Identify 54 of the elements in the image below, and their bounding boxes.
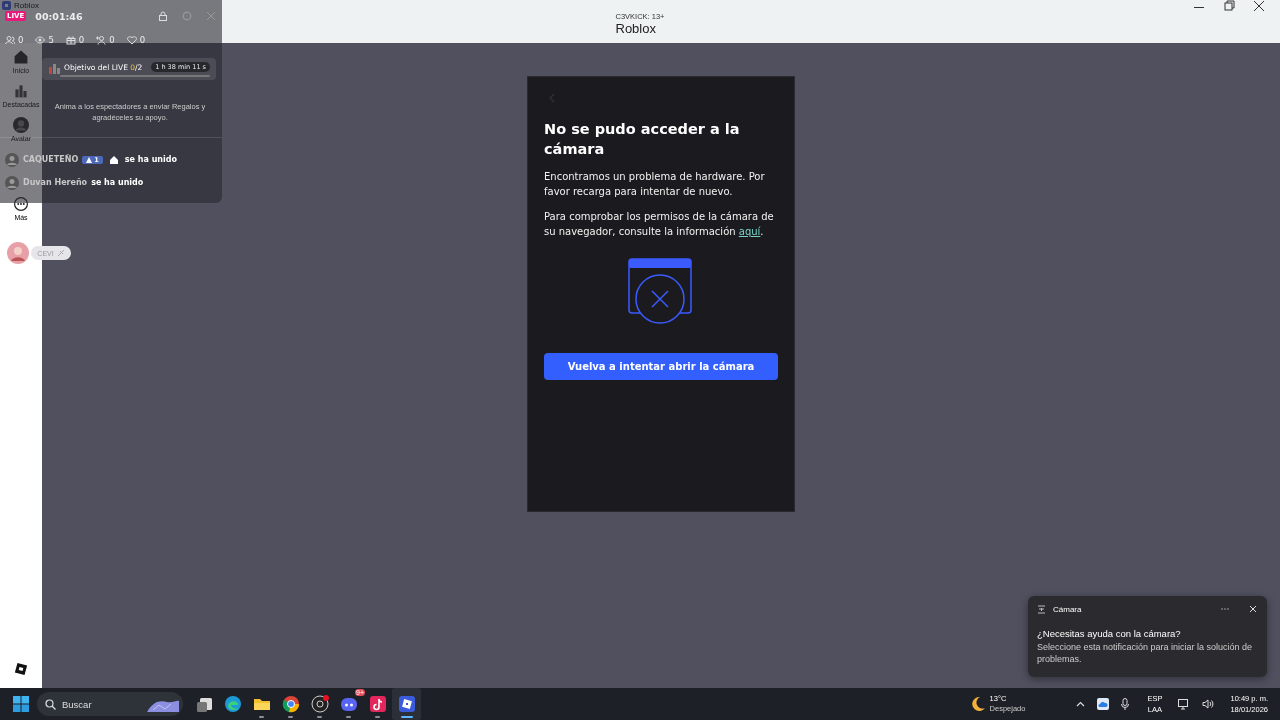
notification-body[interactable]: Seleccione esta notificación para iniciar la solución de problemas.	[1037, 641, 1257, 665]
stream-timer: 00:01:46	[35, 10, 84, 22]
gift-icon	[65, 35, 76, 45]
bar-chart-icon	[13, 83, 29, 99]
app-title: Roblox	[14, 1, 39, 10]
more-icon	[13, 196, 29, 212]
house-icon	[109, 155, 118, 164]
heart-icon	[126, 35, 137, 45]
start-icon[interactable]	[12, 695, 30, 713]
user-avatar	[5, 152, 19, 167]
search-field[interactable]: Buscar	[37, 692, 183, 716]
window-title: Roblox	[615, 20, 656, 36]
stat-count: 5	[48, 35, 54, 45]
username: CAQUETEÑO	[23, 155, 79, 164]
volume-icon[interactable]	[1202, 698, 1215, 710]
user-avatar	[7, 242, 30, 264]
retry-camera-button[interactable]: Vuelva a intentar abrir la cámara	[544, 353, 778, 380]
trophy-icon	[48, 62, 60, 74]
network-icon[interactable]	[1178, 698, 1191, 710]
landscape-drawing	[147, 698, 179, 712]
join-status: se ha unido	[91, 178, 144, 187]
people-icon	[5, 35, 15, 45]
app-icon	[2, 1, 11, 10]
notification-app-name: Cámara	[1053, 604, 1083, 614]
home-icon	[13, 49, 29, 65]
stat-count: 0	[109, 35, 115, 45]
notification-title: ¿Necesitas ayuda con la cámara?	[1037, 628, 1182, 639]
chevron-up-icon[interactable]	[1076, 701, 1086, 707]
permissions-text: Para comprobar los permisos de la cámara de su navegador, consulte la información aquí.	[544, 210, 775, 239]
error-message: Encontramos un problema de hardware. Por favor recarga para intentar de nuevo.	[544, 170, 766, 199]
stat-count: 0	[18, 35, 24, 45]
music-note-icon	[367, 694, 388, 714]
dialog-title: No se pudo acceder a la cámara	[544, 120, 741, 159]
taskbar-app[interactable]	[392, 688, 421, 720]
moon-icon	[969, 696, 986, 712]
eye-icon	[35, 35, 46, 45]
level-icon	[86, 156, 93, 163]
browser-icon	[280, 694, 301, 714]
camera-error-drawing	[627, 257, 695, 327]
browser-icon	[222, 694, 243, 714]
stat-count: 0	[78, 35, 85, 45]
avatar-icon	[13, 117, 29, 133]
search-icon	[45, 698, 56, 710]
cloud-icon[interactable]	[1097, 698, 1110, 710]
app-icon	[396, 694, 417, 714]
record-icon	[309, 694, 330, 714]
join-status: se ha unido	[124, 155, 177, 164]
close-icon[interactable]	[1253, 0, 1265, 12]
user-avatar	[5, 175, 19, 190]
restore-icon[interactable]	[1223, 0, 1235, 12]
mic-icon[interactable]	[1121, 698, 1130, 710]
stat-count: 0	[139, 35, 146, 45]
lock-icon[interactable]	[158, 11, 168, 21]
person-plus-icon	[96, 35, 107, 45]
